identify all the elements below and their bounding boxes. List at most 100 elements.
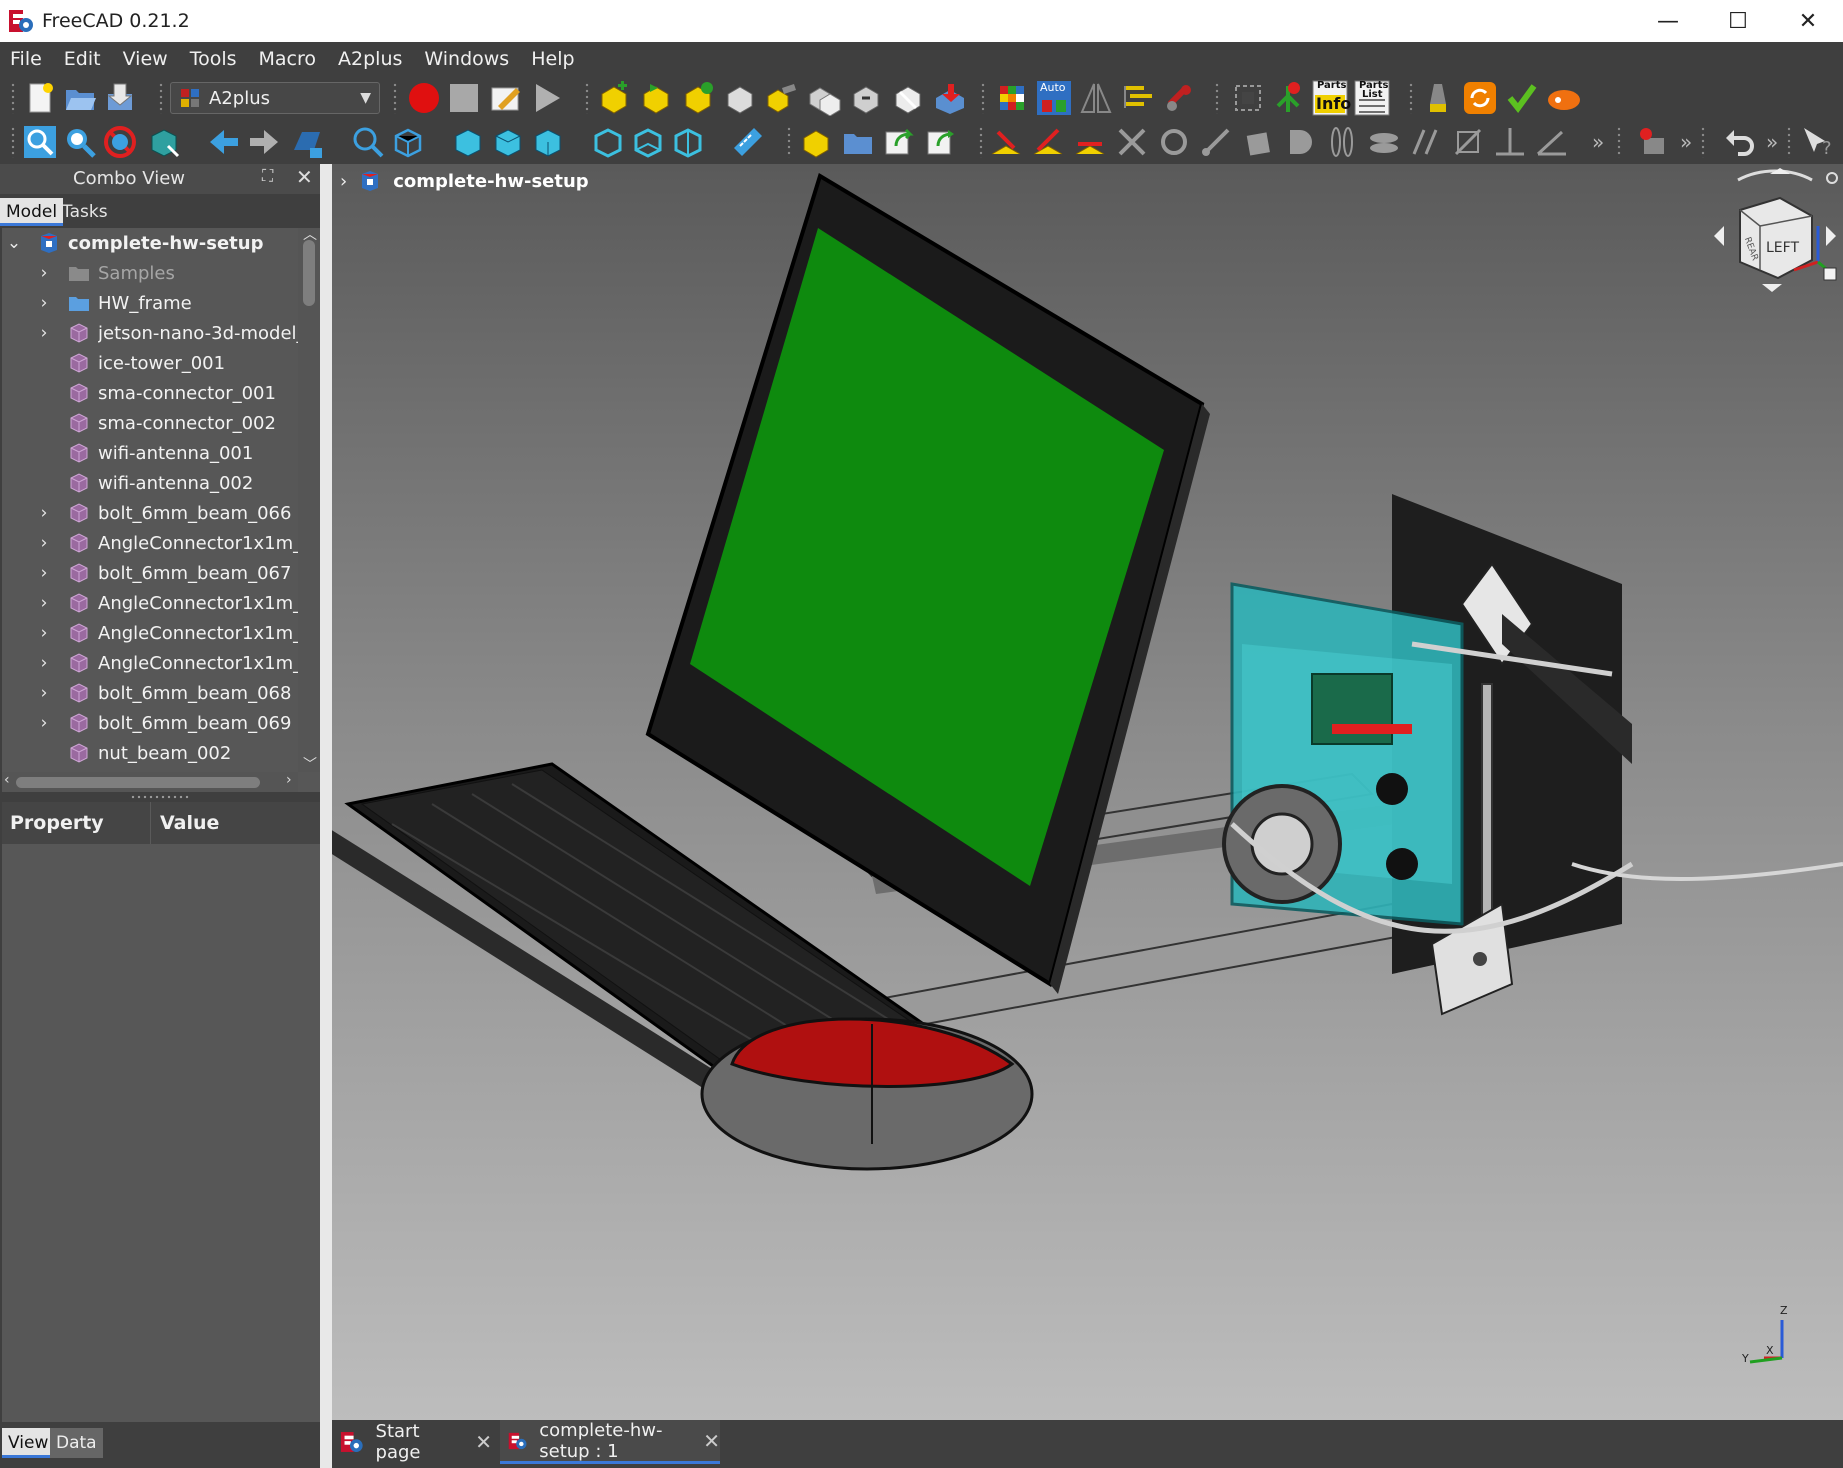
chevron-right-icon[interactable]: › [286,772,292,788]
parallel-lines-icon[interactable] [1408,124,1444,160]
coplanar-icon[interactable] [1366,124,1402,160]
chevron-left-icon[interactable]: ‹ [4,772,10,788]
chevron-right-icon[interactable]: › [36,713,52,733]
tree-item-samples[interactable]: › Samples [2,258,300,288]
float-panel-icon[interactable]: ⛶ [262,166,273,186]
chevron-right-icon[interactable]: › [36,683,52,703]
tree-item-document[interactable]: ⌄ complete-hw-setup [2,228,300,258]
a2p-axial-constraint-icon[interactable] [1030,124,1066,160]
tree-item-part[interactable]: › bolt_6mm_beam_069 [2,708,300,738]
tab-complete-hw-setup[interactable]: complete-hw-setup : 1 ✕ [500,1420,720,1464]
workbench-selector[interactable]: A2plus ▼ [170,82,380,114]
a2p-parts-list-button[interactable]: Parts List [1354,80,1390,116]
a2p-move-part-icon[interactable] [848,80,884,116]
tree-item-part[interactable]: sma-connector_002 [2,408,300,438]
toolbar-grip[interactable] [1786,126,1792,158]
whats-this-help-icon[interactable]: ? [1800,124,1836,160]
tree-horizontal-scrollbar[interactable]: ‹ › [2,772,298,792]
toolbar-grip[interactable] [978,126,984,158]
a2p-plane-constraint-icon[interactable] [1072,124,1108,160]
toolbar-grip[interactable] [786,126,792,158]
menu-a2plus[interactable]: A2plus [328,48,414,70]
a2p-checkmark-icon[interactable] [1504,80,1540,116]
tree-item-part[interactable]: nut_beam_002 [2,738,300,768]
tree-item-part[interactable]: › AngleConnector1x1m_00 [2,588,300,618]
isometric-view-icon[interactable] [390,124,426,160]
tree-item-part[interactable]: › AngleConnector1x1m_00 [2,528,300,558]
a2p-flip-constraint-icon[interactable] [1078,80,1114,116]
property-column-header[interactable]: Property [10,812,104,834]
3d-viewport[interactable] [332,164,1843,1420]
chevron-right-icon[interactable]: › [36,563,52,583]
scroll-thumb[interactable] [303,240,315,306]
a2p-cable-icon[interactable] [1546,80,1582,116]
tab-data[interactable]: Data [50,1428,103,1458]
menu-help[interactable]: Help [521,48,586,70]
stop-macro-icon[interactable] [446,80,482,116]
computer-mouse[interactable] [700,1017,1034,1171]
tab-tasks[interactable]: Tasks [56,198,114,226]
delete-icon[interactable] [1114,124,1150,160]
value-column-header[interactable]: Value [160,812,219,834]
monitor[interactable] [645,172,1210,994]
make-link-icon[interactable] [882,124,918,160]
a2p-tree-view-icon[interactable] [1270,80,1306,116]
menu-windows[interactable]: Windows [414,48,521,70]
menu-macro[interactable]: Macro [249,48,329,70]
a2p-update-parts-icon[interactable] [638,80,674,116]
a2p-recompute-icon[interactable] [1462,80,1498,116]
toolbar-grip[interactable] [392,82,398,114]
a2p-solve-icon[interactable] [994,80,1030,116]
a2p-isolate-element-icon[interactable] [1230,80,1266,116]
measure-distance-icon[interactable] [730,124,766,160]
toolbar-grip[interactable] [10,126,16,158]
tree-item-hw-frame[interactable]: › HW_frame [2,288,300,318]
line-constraint-icon[interactable] [1198,124,1234,160]
toolbar-overflow-chevron-icon[interactable]: » [1680,130,1692,154]
toolbar-grip[interactable] [1616,126,1622,158]
a2p-delete-constraints-icon[interactable] [890,80,926,116]
create-part-icon[interactable] [798,124,834,160]
scroll-thumb[interactable] [16,777,260,788]
toolbar-grip[interactable] [158,82,164,114]
fit-all-icon[interactable] [22,124,58,160]
bounding-box-icon[interactable] [146,124,182,160]
tree-item-part[interactable]: wifi-antenna_001 [2,438,300,468]
chevron-right-icon[interactable]: › [36,533,52,553]
a2p-duplicate-part-icon[interactable] [680,80,716,116]
toolbar-grip[interactable] [1408,82,1414,114]
a2p-clean-up-icon[interactable] [1420,80,1456,116]
orbit-left-arrow-icon[interactable] [1714,226,1724,246]
record-macro-icon[interactable] [406,80,442,116]
chevron-right-icon[interactable]: › [36,623,52,643]
a2p-parts-info-button[interactable]: Parts Info [1312,80,1351,116]
view-menu-icon[interactable] [1826,172,1838,184]
tree-item-part[interactable]: › bolt_6mm_beam_068 [2,678,300,708]
a2p-transparency-icon[interactable] [806,80,842,116]
chevron-right-icon[interactable]: › [36,263,52,283]
minimize-button[interactable]: — [1633,0,1703,42]
toolbar-overflow-chevron-icon[interactable]: » [1592,130,1604,154]
toolbar-grip[interactable] [584,82,590,114]
front-view-icon[interactable] [450,124,486,160]
left-view-icon[interactable] [670,124,706,160]
toolbar-grip[interactable] [1214,82,1220,114]
tab-model[interactable]: Model [0,198,64,226]
orbit-right-arrow-icon[interactable] [1826,226,1836,246]
document-name[interactable]: complete-hw-setup [393,171,588,192]
property-table-body[interactable] [2,844,320,1422]
back-arrow-icon[interactable] [206,124,242,160]
toolbar-grip[interactable] [10,82,16,114]
tree-item-part[interactable]: › AngleConnector1x1m_00 [2,648,300,678]
tree-vertical-scrollbar[interactable]: ︿ ﹀ [298,228,320,773]
chevron-right-icon[interactable]: › [36,293,52,313]
a2p-import-part-icon[interactable] [932,80,968,116]
parallel-axis-icon[interactable] [1324,124,1360,160]
chevron-right-icon[interactable]: › [36,323,52,343]
3d-scene[interactable] [332,164,1843,1420]
angled-planes-icon[interactable] [1450,124,1486,160]
make-sub-link-icon[interactable] [924,124,960,160]
a2p-edit-part-icon[interactable] [764,80,800,116]
maximize-button[interactable]: ☐ [1703,0,1773,42]
a2p-point-constraint-icon[interactable] [988,124,1024,160]
